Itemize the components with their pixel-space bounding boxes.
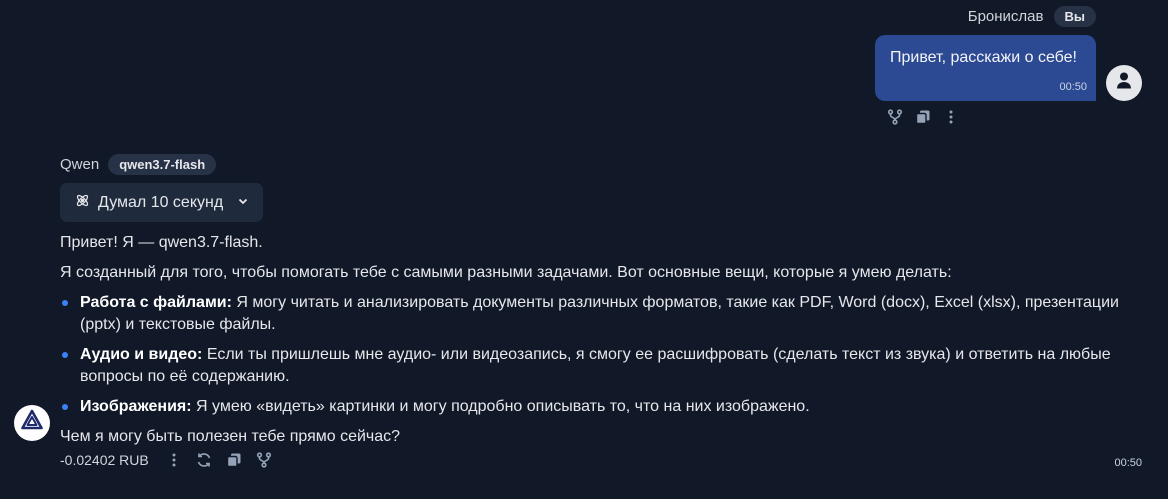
chevron-down-icon: [237, 194, 249, 212]
user-avatar: [1106, 65, 1142, 101]
user-icon: [1116, 72, 1132, 94]
user-message-time: 00:50: [1059, 81, 1087, 93]
capabilities-list: Работа с файлами: Я могу читать и анализ…: [60, 292, 1140, 418]
list-item: Работа с файлами: Я могу читать и анализ…: [60, 292, 1140, 336]
list-item-text: Я могу читать и анализировать документы …: [80, 294, 1119, 333]
assistant-message-footer: -0.02402 RUB: [60, 451, 273, 469]
list-item-title: Изображения:: [80, 398, 192, 415]
list-item: Изображения: Я умею «видеть» картинки и …: [60, 396, 1140, 418]
assistant-message-time: 00:50: [1114, 457, 1142, 469]
model-badge: qwen3.7-flash: [108, 154, 217, 175]
atom-icon: [75, 193, 90, 213]
copy-icon[interactable]: [225, 451, 243, 469]
assistant-message-header: Qwen qwen3.7-flash: [60, 154, 217, 175]
list-item-text: Если ты пришлешь мне аудио- или видеозап…: [80, 346, 1111, 385]
user-message-text: Привет, расскажи о себе!: [890, 49, 1077, 66]
list-item-text: Я умею «видеть» картинки и могу подробно…: [191, 398, 810, 415]
copy-icon[interactable]: [914, 108, 932, 126]
user-message-actions: [886, 108, 960, 126]
assistant-avatar: [14, 405, 50, 441]
list-item: Аудио и видео: Если ты пришлешь мне ауди…: [60, 344, 1140, 388]
question-text: Чем я могу быть полезен тебе прямо сейча…: [60, 428, 401, 445]
list-item-title: Аудио и видео:: [80, 346, 203, 363]
branch-icon[interactable]: [886, 108, 904, 126]
more-vertical-icon[interactable]: [942, 108, 960, 126]
cost-label: -0.02402 RUB: [60, 452, 149, 468]
user-message-header: Бронислав Вы: [968, 6, 1096, 27]
intro-text: Я созданный для того, чтобы помогать теб…: [60, 264, 952, 281]
branch-icon[interactable]: [255, 451, 273, 469]
greeting-text: Привет! Я — qwen3.7-flash.: [60, 234, 263, 251]
assistant-name: Qwen: [60, 156, 100, 173]
more-vertical-icon[interactable]: [165, 451, 183, 469]
user-name: Бронислав: [967, 8, 1044, 25]
user-message-bubble: Привет, расскажи о себе! 00:50: [875, 35, 1096, 101]
list-item-title: Работа с файлами:: [80, 294, 232, 311]
qwen-logo-icon: [19, 408, 45, 439]
thinking-label: Думал 10 секунд: [98, 193, 224, 211]
assistant-message-content: Привет! Я — qwen3.7-flash. Я созданный д…: [60, 232, 1140, 456]
you-badge: Вы: [1053, 6, 1096, 27]
thinking-toggle-button[interactable]: Думал 10 секунд: [60, 183, 263, 222]
regenerate-icon[interactable]: [195, 451, 213, 469]
